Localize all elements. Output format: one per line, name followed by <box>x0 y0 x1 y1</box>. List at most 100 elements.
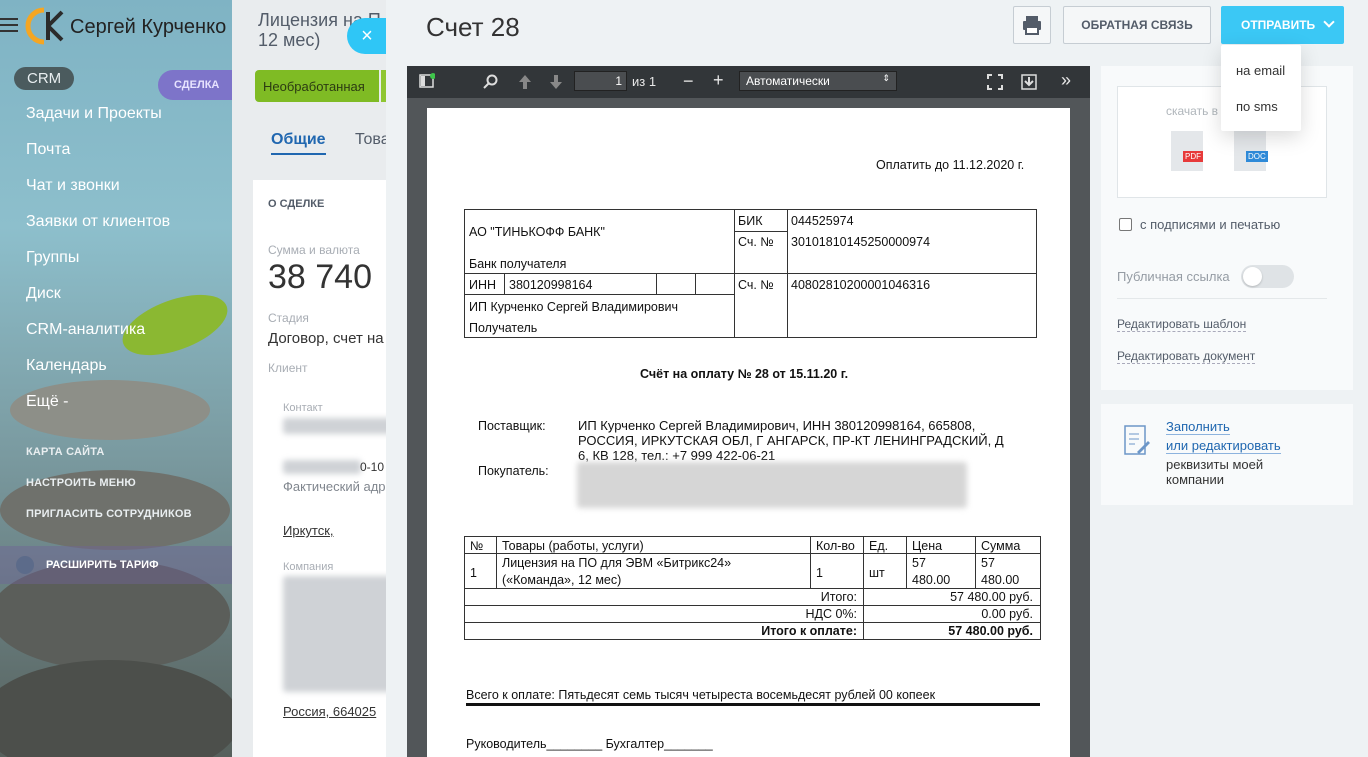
tab-goods[interactable]: Това <box>355 131 390 149</box>
edit-template-link[interactable]: Редактировать шаблон <box>1117 317 1247 332</box>
public-link-toggle[interactable] <box>1241 265 1294 288</box>
buyer-blurred <box>577 462 967 508</box>
supplier-line: 6, КВ 128, тел.: +7 999 422-06-21 <box>578 448 776 463</box>
due-label: Итого к оплате: <box>761 624 857 638</box>
pdf-tag: PDF <box>1183 151 1203 162</box>
bank-recipient-label: Банк получателя <box>469 257 567 271</box>
vat-value: 0.00 руб. <box>981 607 1033 621</box>
fill-text-3: реквизиты моей <box>1166 457 1264 472</box>
sidebar-item-requests[interactable]: Заявки от клиентов <box>26 212 170 248</box>
pdf-file-icon[interactable]: PDF <box>1171 131 1203 171</box>
total-label: Итого: <box>820 590 857 604</box>
due-value: 57 480.00 руб. <box>948 624 1033 638</box>
sidebar-toggle-icon[interactable] <box>419 73 435 89</box>
fill-link-1[interactable]: Заполнить <box>1166 419 1230 435</box>
signatures-checkbox-label: с подписями и печатью <box>1140 217 1281 232</box>
table-border <box>464 605 1041 606</box>
sidebar-nav: Задачи и Проекты Почта Чат и звонки Заяв… <box>26 104 170 428</box>
table-border <box>863 588 864 640</box>
stage-value: Договор, счет на <box>268 330 384 347</box>
chevron-down-icon <box>1323 16 1335 28</box>
sitemap-link[interactable]: КАРТА САЙТА <box>26 446 105 458</box>
invoice-slider: Счет 28 ОБРАТНАЯ СВЯЗЬ ОТПРАВИТЬ 1 из 1 … <box>386 0 1368 757</box>
upgrade-tariff-button[interactable]: РАСШИРИТЬ ТАРИФ <box>0 546 232 584</box>
configure-menu-link[interactable]: НАСТРОИТЬ МЕНЮ <box>26 477 136 489</box>
sidebar-item-tasks[interactable]: Задачи и Проекты <box>26 104 170 140</box>
more-tools-icon[interactable]: » <box>1061 70 1071 91</box>
recipient-name: ИП Курченко Сергей Владимирович <box>469 300 679 314</box>
download-icon[interactable] <box>1021 74 1037 90</box>
printer-icon <box>1023 16 1041 35</box>
table-border <box>464 536 1041 537</box>
logo-text: Сергей Курченко <box>70 16 227 38</box>
logo-icon <box>25 7 64 45</box>
country-zip[interactable]: Россия, 664025 <box>283 704 376 719</box>
send-sms-option[interactable]: по sms <box>1236 99 1278 114</box>
table-border <box>734 209 735 338</box>
row-sum-2: 480.00 <box>981 573 1020 587</box>
company-blurred <box>283 576 393 692</box>
inn-label: ИНН <box>469 278 497 292</box>
sidebar-item-mail[interactable]: Почта <box>26 140 170 176</box>
doc-file-icon[interactable]: DOC <box>1234 131 1268 171</box>
sidebar-item-analytics[interactable]: CRM-аналитика <box>26 320 170 356</box>
row-unit: шт <box>869 566 885 580</box>
sidebar-item-disk[interactable]: Диск <box>26 284 170 320</box>
sidebar-item-chat[interactable]: Чат и звонки <box>26 176 170 212</box>
fill-link-2[interactable]: или редактировать <box>1166 438 1281 454</box>
page-number-input[interactable]: 1 <box>574 71 627 91</box>
th-qty: Кол-во <box>816 539 855 553</box>
print-button[interactable] <box>1013 6 1051 44</box>
zoom-select[interactable]: Автоматически ⇕ <box>739 71 897 91</box>
corr-label: Сч. № <box>738 235 774 249</box>
feedback-button[interactable]: ОБРАТНАЯ СВЯЗЬ <box>1063 6 1211 44</box>
public-link-label: Публичная ссылка <box>1117 269 1230 284</box>
row-qty: 1 <box>816 566 823 580</box>
send-button[interactable]: ОТПРАВИТЬ <box>1221 6 1344 44</box>
sidebar-item-calendar[interactable]: Календарь <box>26 356 170 392</box>
sidebar-item-crm[interactable]: CRM <box>14 67 75 90</box>
search-icon[interactable] <box>483 74 499 90</box>
invite-link[interactable]: ПРИГЛАСИТЬ СОТРУДНИКОВ <box>26 508 192 520</box>
amount-in-words: Всего к оплате: Пятьдесят семь тысяч чет… <box>466 688 936 702</box>
phone-blurred <box>283 460 361 474</box>
amount-label: Сумма и валюта <box>268 243 360 257</box>
city-link[interactable]: Иркутск, <box>283 523 334 538</box>
signatures-checkbox[interactable] <box>1119 218 1132 231</box>
page-total: из 1 <box>632 74 657 89</box>
sidebar-item-groups[interactable]: Группы <box>26 248 170 284</box>
tab-general[interactable]: Общие <box>271 131 326 155</box>
send-email-option[interactable]: на email <box>1236 63 1285 78</box>
table-border <box>656 273 657 295</box>
account-value: 40802810200001046316 <box>791 278 931 292</box>
inn-value: 380120998164 <box>509 278 593 292</box>
sidebar-item-more[interactable]: Ещё - <box>26 392 170 428</box>
edit-document-link[interactable]: Редактировать документ <box>1117 349 1256 364</box>
stage-button[interactable]: Необработанная <box>255 70 379 102</box>
fill-text-4: компании <box>1166 472 1224 487</box>
upgrade-tariff-label: РАСШИРИТЬ ТАРИФ <box>46 559 159 571</box>
supplier-line: РОССИЯ, ИРКУТСКАЯ ОБЛ, Г АНГАРСК, ПР-КТ … <box>578 433 1004 448</box>
company-label: Компания <box>283 561 334 573</box>
supplier-text: ИП Курченко Сергей Владимирович, ИНН 380… <box>578 418 1004 463</box>
table-border <box>734 231 787 232</box>
fullscreen-icon[interactable] <box>987 74 1003 90</box>
table-border <box>906 536 907 589</box>
table-border <box>1040 536 1041 640</box>
menu-icon[interactable] <box>0 18 18 36</box>
zoom-out-icon[interactable]: − <box>683 71 694 92</box>
next-page-icon[interactable] <box>548 74 564 90</box>
page-title: Счет 28 <box>426 12 520 42</box>
zoom-in-icon[interactable]: + <box>713 70 724 91</box>
thick-rule <box>466 703 1040 706</box>
previous-page-icon[interactable] <box>517 74 533 90</box>
supplier-line: ИП Курченко Сергей Владимирович, ИНН 380… <box>578 418 976 433</box>
pdf-viewer: 1 из 1 − + Автоматически ⇕ » Оплатить до… <box>407 66 1090 757</box>
table-border <box>464 536 465 640</box>
send-dropdown: на email по sms <box>1221 45 1301 131</box>
close-slider-button[interactable]: × <box>347 18 387 54</box>
table-border <box>464 337 1037 338</box>
table-border <box>504 273 505 295</box>
contact-label: Контакт <box>283 402 323 414</box>
row-price-2: 480.00 <box>912 573 951 587</box>
